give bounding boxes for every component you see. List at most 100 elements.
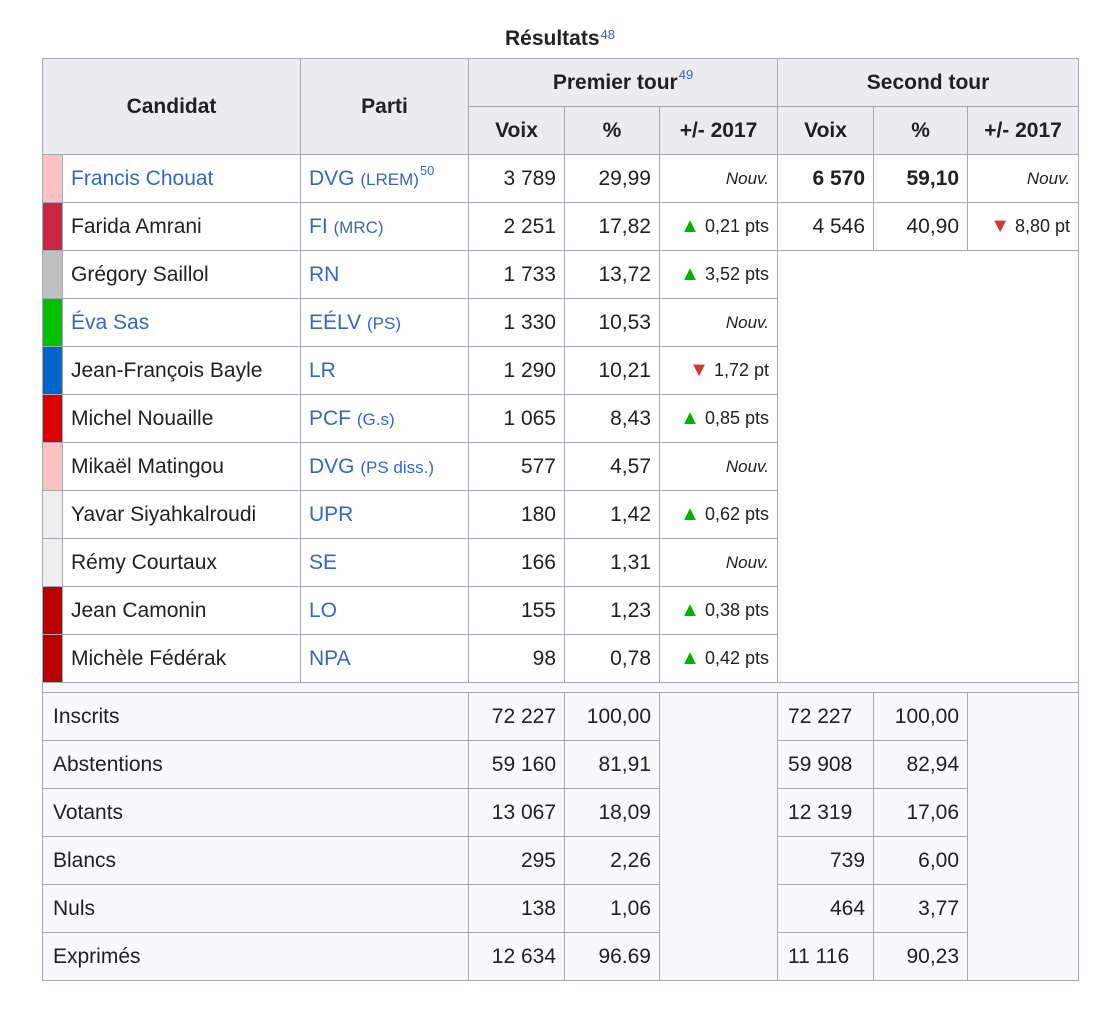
candidate-name-cell: Farida Amrani: [62, 202, 301, 251]
party-link[interactable]: EÉLV: [309, 311, 361, 334]
party-cell: DVG (LREM)50: [300, 154, 469, 203]
voix-tour1: 1 330: [468, 298, 565, 347]
premier-tour-ref-link[interactable]: 49: [679, 67, 693, 82]
candidate-name-cell: Yavar Siyahkalroudi: [62, 490, 301, 539]
party-link[interactable]: NPA: [309, 647, 351, 670]
triangle-up-icon: ▲: [680, 599, 700, 621]
party-cell: EÉLV (PS): [300, 298, 469, 347]
evo-tour1: Nouv.: [658, 442, 779, 491]
separator-row: [41, 682, 1080, 693]
header-voix-2: Voix: [777, 106, 875, 155]
totals-row: Abstentions 59 160 81,91 59 908 82,94: [42, 740, 1079, 789]
evo-tour1: ▲ 3,52 pts: [658, 250, 779, 299]
evo-tour1: ▼ 1,72 pt: [658, 346, 779, 395]
totals-label: Votants: [42, 788, 469, 837]
totals-label: Nuls: [42, 884, 469, 933]
evo-tour1-value: 0,62 pts: [704, 504, 770, 524]
evo-tour1: ▲ 0,85 pts: [658, 394, 779, 443]
table-row: Farida Amrani FI (MRC) 2 251 17,82 ▲ 0,21 pt…: [42, 202, 1080, 251]
party-link[interactable]: DVG: [309, 167, 355, 190]
evo-tour1-value: 0,21 pts: [704, 216, 770, 236]
totals-voix-tour1: 138: [468, 884, 565, 933]
totals-label: Exprimés: [42, 932, 469, 981]
pct-tour1: 13,72: [564, 250, 660, 299]
voix-tour1: 166: [468, 538, 565, 587]
totals-voix-tour2: 739: [777, 836, 875, 885]
party-sub-link[interactable]: (G.s): [357, 410, 395, 429]
evo-tour1: Nouv.: [658, 154, 779, 203]
candidate-name-link[interactable]: Francis Chouat: [71, 167, 213, 190]
header-candidat: Candidat: [42, 58, 301, 155]
voix-tour1: 98: [468, 634, 565, 683]
party-sub-link[interactable]: (PS): [367, 314, 401, 333]
totals-pct-tour2: 6,00: [873, 836, 969, 885]
party-color-swatch: [42, 394, 63, 443]
totals-pct-tour1: 96.69: [564, 932, 660, 981]
party-link[interactable]: LR: [309, 359, 336, 382]
party-sub-link[interactable]: (PS diss.): [360, 458, 434, 477]
totals-row: Inscrits 72 227 100,00 72 227 100,00: [42, 692, 1080, 981]
totals-row: Votants 13 067 18,09 12 319 17,06: [42, 788, 1079, 837]
candidate-name-cell: Rémy Courtaux: [62, 538, 301, 587]
evo-tour1: ▲ 0,38 pts: [658, 586, 779, 635]
party-sub-link[interactable]: (LREM): [360, 170, 419, 189]
party-sub-link[interactable]: (MRC): [334, 218, 384, 237]
voix-tour1: 3 789: [468, 154, 565, 203]
party-color-swatch: [42, 538, 63, 587]
evo-tour2: Nouv.: [967, 154, 1080, 203]
triangle-up-icon: ▲: [680, 215, 700, 237]
candidate-name-link[interactable]: Éva Sas: [71, 311, 149, 334]
party-link[interactable]: SE: [309, 551, 337, 574]
party-link[interactable]: LO: [309, 599, 337, 622]
candidate-name-cell: Michel Nouaille: [62, 394, 301, 443]
totals-pct-tour1: 81,91: [564, 740, 660, 789]
voix-tour1: 180: [468, 490, 565, 539]
party-link[interactable]: FI: [309, 215, 328, 238]
party-link[interactable]: DVG: [309, 455, 355, 478]
triangle-down-icon: ▼: [689, 359, 709, 381]
party-color-swatch: [42, 442, 63, 491]
voix-tour1: 577: [468, 442, 565, 491]
voix-tour1: 1 065: [468, 394, 565, 443]
caption-ref-link[interactable]: 48: [601, 27, 615, 42]
evo-tour2: ▼ 8,80 pt: [967, 202, 1080, 251]
candidate-name-cell: Jean-François Bayle: [62, 346, 301, 395]
pct-tour1: 10,21: [564, 346, 660, 395]
party-ref-link[interactable]: 50: [420, 163, 434, 178]
party-cell: SE: [300, 538, 469, 587]
candidate-name-cell: Jean Camonin: [62, 586, 301, 635]
candidate-name-cell: Éva Sas: [62, 298, 301, 347]
pct-tour2: 59,10: [873, 154, 969, 203]
results-box: Résultats48 Candidat Parti Premier tour4…: [41, 14, 1080, 981]
header-row-top: Candidat Parti Premier tour49 Second tou…: [42, 58, 1080, 155]
header-pct-1: %: [564, 106, 660, 155]
evo-tour1: ▲ 0,62 pts: [658, 490, 779, 539]
totals-voix-tour2: 12 319: [777, 788, 875, 837]
totals-voix-tour2: 464: [777, 884, 875, 933]
party-link[interactable]: UPR: [309, 503, 353, 526]
pct-tour1: 0,78: [564, 634, 660, 683]
table-caption: Résultats48: [42, 14, 1078, 58]
party-cell: LR: [300, 346, 469, 395]
totals-voix-tour2: 72 227: [777, 692, 875, 741]
candidate-name: Mikaël Matingou: [71, 454, 224, 478]
party-color-swatch: [42, 250, 63, 299]
evo-tour1-value: 0,85 pts: [704, 408, 770, 428]
party-cell: DVG (PS diss.): [300, 442, 469, 491]
table-row: Grégory Saillol RN 1 733 13,72 ▲ 3,52 pts: [42, 250, 1080, 683]
header-evo-1: +/- 2017: [658, 106, 779, 155]
voix-tour2: 4 546: [777, 202, 875, 251]
party-cell: NPA: [300, 634, 469, 683]
triangle-up-icon: ▲: [680, 263, 700, 285]
candidate-name-cell: Grégory Saillol: [62, 250, 301, 299]
totals-pct-tour1: 1,06: [564, 884, 660, 933]
evo-tour2-value: 8,80 pt: [1015, 216, 1071, 236]
party-color-swatch: [42, 202, 63, 251]
voix-tour1: 1 733: [468, 250, 565, 299]
evo-tour1: ▲ 0,21 pts: [658, 202, 779, 251]
party-link[interactable]: PCF: [309, 407, 351, 430]
party-link[interactable]: RN: [309, 263, 339, 286]
evo-tour1: Nouv.: [658, 298, 779, 347]
party-color-swatch: [42, 346, 63, 395]
results-body: Francis Chouat DVG (LREM)50 3 789 29,99 Nouv…: [41, 154, 1080, 981]
